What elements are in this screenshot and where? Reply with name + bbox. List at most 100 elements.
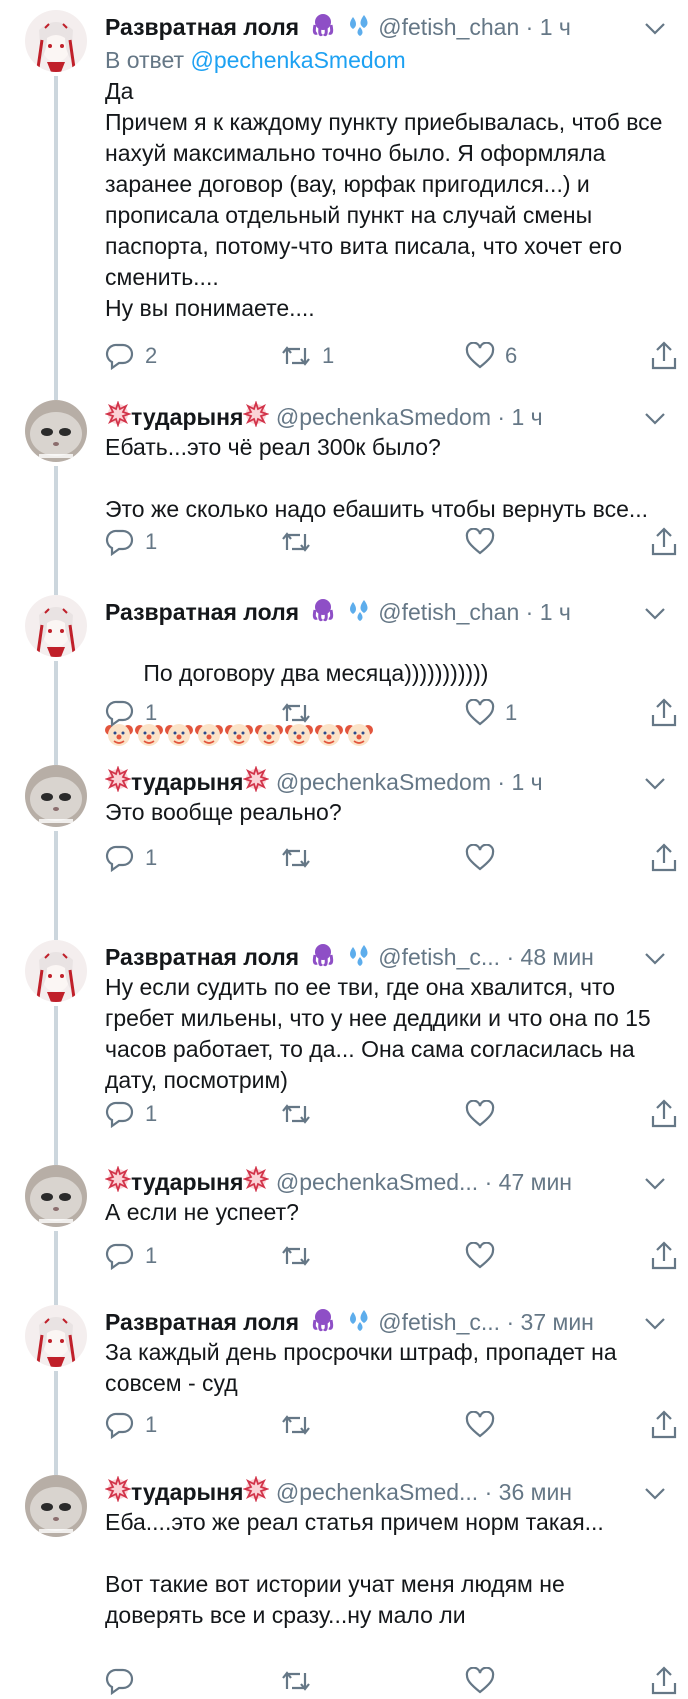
- tweet[interactable]: тударыня @pechenkaSmed... · 47 мин А есл…: [0, 1153, 688, 1295]
- retweet-button[interactable]: [280, 1098, 322, 1130]
- tweet[interactable]: Развратная лоля @fetish_c... · 37 мин За…: [0, 1293, 688, 1465]
- chevron-down-icon[interactable]: [644, 1317, 666, 1336]
- reply-button[interactable]: 1: [105, 1098, 157, 1130]
- avatar[interactable]: [25, 595, 87, 657]
- timestamp[interactable]: 1 ч: [540, 14, 571, 40]
- like-button[interactable]: 6: [465, 340, 517, 372]
- chevron-down-icon[interactable]: [644, 1177, 666, 1196]
- reply-button[interactable]: [105, 1665, 145, 1697]
- tweet[interactable]: Развратная лоля @fetish_chan · 1 ч По до…: [0, 583, 688, 755]
- user-handle[interactable]: @fetish_c...: [378, 1309, 500, 1335]
- timestamp[interactable]: 1 ч: [511, 769, 542, 795]
- thread-connector: [54, 1463, 58, 1475]
- timestamp[interactable]: 47 мин: [499, 1169, 572, 1195]
- reply-count: 1: [145, 1412, 158, 1437]
- heart-icon: [465, 1100, 495, 1127]
- avatar[interactable]: [25, 1305, 87, 1367]
- timestamp[interactable]: 1 ч: [540, 599, 571, 625]
- chevron-down-icon[interactable]: [644, 777, 666, 796]
- share-button[interactable]: [650, 340, 678, 372]
- retweet-button[interactable]: [280, 1665, 322, 1697]
- avatar[interactable]: [25, 765, 87, 827]
- like-button[interactable]: [465, 842, 505, 874]
- timestamp[interactable]: 37 мин: [521, 1309, 594, 1335]
- retweet-button[interactable]: [280, 1240, 322, 1272]
- tweet-actions: 2 1 6: [105, 340, 677, 372]
- chevron-down-icon[interactable]: [644, 607, 666, 626]
- reply-count: 1: [145, 529, 158, 554]
- user-handle[interactable]: @fetish_c...: [378, 944, 500, 970]
- user-handle[interactable]: @pechenkaSmed...: [276, 1169, 478, 1195]
- timestamp[interactable]: 1 ч: [511, 404, 542, 430]
- share-button[interactable]: [650, 697, 678, 729]
- tweet[interactable]: Развратная лоля @fetish_c... · 48 мин Ну…: [0, 928, 688, 1155]
- display-name[interactable]: Развратная лоля: [105, 599, 299, 625]
- chevron-down-icon[interactable]: [644, 412, 666, 431]
- share-button[interactable]: [650, 1098, 678, 1130]
- heart-icon: [465, 1667, 495, 1694]
- separator-dot: ·: [506, 1309, 515, 1335]
- reply-button[interactable]: 1: [105, 1409, 157, 1441]
- retweet-button[interactable]: [280, 842, 322, 874]
- tweet[interactable]: тударыня @pechenkaSmedom · 1 ч Ебать...э…: [0, 388, 688, 585]
- chevron-down-icon[interactable]: [644, 22, 666, 41]
- display-name[interactable]: тударыня: [131, 769, 243, 795]
- user-handle[interactable]: @fetish_chan: [378, 599, 519, 625]
- like-button[interactable]: [465, 1240, 505, 1272]
- retweet-button[interactable]: [280, 1409, 322, 1441]
- tweet[interactable]: Развратная лоля @fetish_chan · 1 ч В отв…: [0, 0, 688, 390]
- tweet[interactable]: тударыня @pechenkaSmedom · 1 ч Это вообщ…: [0, 753, 688, 930]
- reply-button[interactable]: 1: [105, 526, 157, 558]
- tweet-text: Ну если судить по ее тви, где она хвалит…: [105, 974, 658, 1093]
- avatar[interactable]: [25, 400, 87, 462]
- user-handle[interactable]: @pechenkaSmedom: [276, 769, 491, 795]
- user-handle[interactable]: @pechenkaSmedom: [276, 404, 491, 430]
- like-count: 6: [505, 343, 518, 368]
- avatar[interactable]: [25, 940, 87, 1002]
- avatar[interactable]: [25, 1165, 87, 1227]
- chevron-down-icon[interactable]: [644, 1487, 666, 1506]
- display-name[interactable]: Развратная лоля: [105, 14, 299, 40]
- share-button[interactable]: [650, 842, 678, 874]
- retweet-button[interactable]: 1: [280, 340, 334, 372]
- retweet-count: 1: [322, 343, 335, 368]
- timestamp[interactable]: 36 мин: [499, 1479, 572, 1505]
- reply-button[interactable]: 2: [105, 340, 157, 372]
- tweet-text: Это вообще реально?: [105, 799, 342, 825]
- display-name[interactable]: тударыня: [131, 404, 243, 430]
- like-button[interactable]: [465, 1665, 505, 1697]
- reply-button[interactable]: 1: [105, 1240, 157, 1272]
- share-button[interactable]: [650, 526, 678, 558]
- share-button[interactable]: [650, 1240, 678, 1272]
- thread-connector: [54, 1293, 58, 1305]
- chevron-down-icon[interactable]: [644, 952, 666, 971]
- share-button[interactable]: [650, 1665, 678, 1697]
- user-handle[interactable]: @pechenkaSmed...: [276, 1479, 478, 1505]
- avatar[interactable]: [25, 10, 87, 72]
- share-button[interactable]: [650, 1409, 678, 1441]
- like-button[interactable]: 1: [465, 697, 517, 729]
- thread-connector: [54, 466, 58, 585]
- sweat-droplets-icon: [346, 597, 372, 631]
- reply-button[interactable]: 1: [105, 697, 157, 729]
- retweet-button[interactable]: [280, 526, 322, 558]
- tweet[interactable]: тударыня @pechenkaSmed... · 36 мин Еба..…: [0, 1463, 688, 1699]
- display-name[interactable]: Развратная лоля: [105, 944, 299, 970]
- avatar[interactable]: [25, 1475, 87, 1537]
- display-name[interactable]: тударыня: [131, 1479, 243, 1505]
- like-button[interactable]: [465, 526, 505, 558]
- reply-button[interactable]: 1: [105, 842, 157, 874]
- like-button[interactable]: [465, 1098, 505, 1130]
- like-button[interactable]: [465, 1409, 505, 1441]
- timestamp[interactable]: 48 мин: [521, 944, 594, 970]
- reply-icon: [105, 845, 134, 872]
- retweet-button[interactable]: [280, 697, 322, 729]
- separator-dot: ·: [484, 1169, 493, 1195]
- share-icon: [651, 341, 677, 370]
- display-name[interactable]: Развратная лоля: [105, 1309, 299, 1335]
- user-handle[interactable]: @fetish_chan: [378, 14, 519, 40]
- separator-dot: ·: [525, 14, 534, 40]
- display-name[interactable]: тударыня: [131, 1169, 243, 1195]
- reply-mention-link[interactable]: @pechenkaSmedom: [190, 47, 405, 73]
- octopus-icon: [310, 597, 336, 631]
